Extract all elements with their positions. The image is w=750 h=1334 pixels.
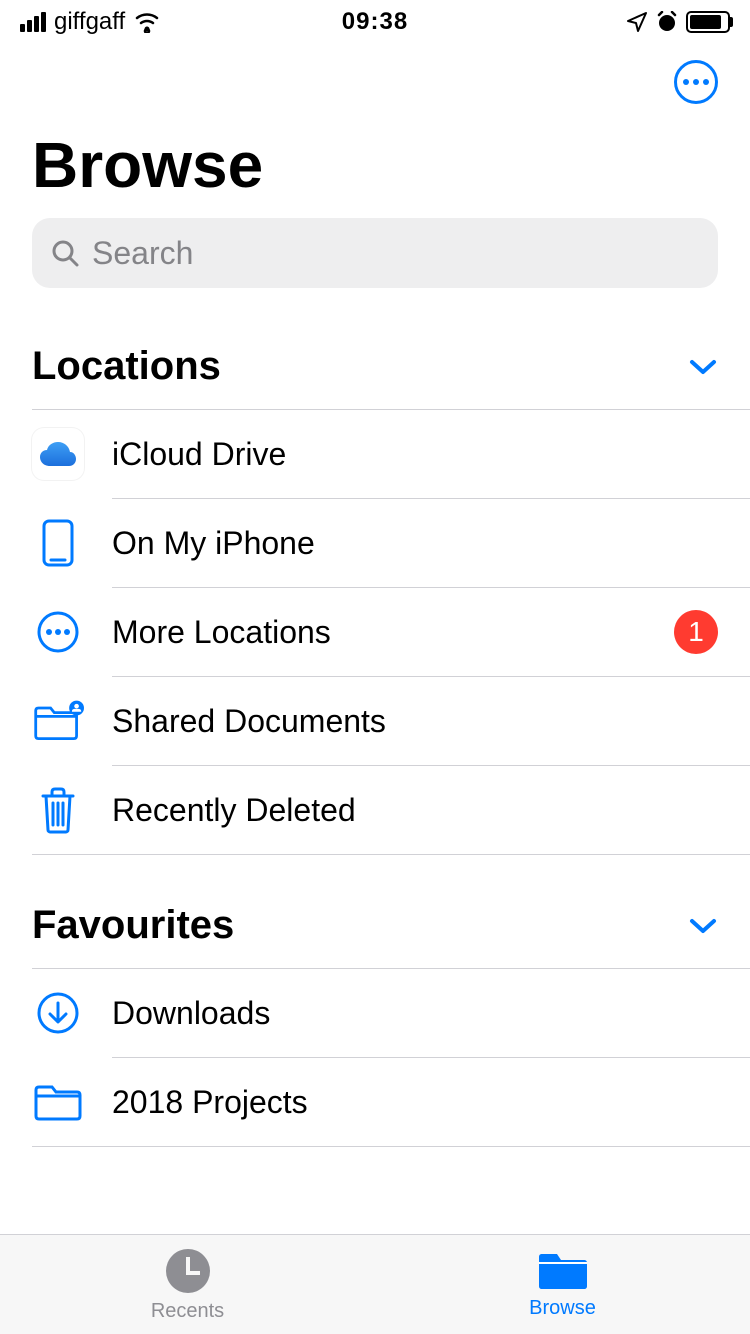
- status-time: 09:38: [342, 8, 408, 36]
- chevron-down-icon: [688, 357, 718, 377]
- shared-folder-icon: [32, 695, 84, 747]
- alarm-icon: [656, 11, 678, 33]
- tab-label: Recents: [151, 1300, 224, 1323]
- row-label: Downloads: [112, 995, 718, 1032]
- location-item-shared-documents[interactable]: Shared Documents: [0, 677, 750, 765]
- more-options-button[interactable]: [674, 60, 718, 104]
- more-locations-icon: [32, 606, 84, 658]
- iphone-icon: [32, 517, 84, 569]
- row-label: 2018 Projects: [112, 1084, 718, 1121]
- folder-icon: [32, 1076, 84, 1128]
- wifi-icon: [133, 11, 161, 33]
- favourite-item-2018-projects[interactable]: 2018 Projects: [0, 1058, 750, 1146]
- search-placeholder: Search: [92, 235, 193, 272]
- trash-icon: [32, 784, 84, 836]
- tab-browse[interactable]: Browse: [375, 1235, 750, 1334]
- status-left: giffgaff: [20, 8, 161, 36]
- row-label: iCloud Drive: [112, 436, 718, 473]
- tab-recents[interactable]: Recents: [0, 1235, 375, 1334]
- search-input[interactable]: Search: [32, 218, 718, 288]
- nav-bar: [0, 44, 750, 104]
- location-item-more-locations[interactable]: More Locations 1: [0, 588, 750, 676]
- page-title: Browse: [0, 104, 750, 218]
- status-bar: giffgaff 09:38: [0, 0, 750, 44]
- location-item-icloud[interactable]: iCloud Drive: [0, 410, 750, 498]
- carrier-label: giffgaff: [54, 8, 125, 36]
- row-label: More Locations: [112, 614, 646, 651]
- signal-strength-icon: [20, 12, 46, 32]
- row-label: Shared Documents: [112, 703, 718, 740]
- row-label: Recently Deleted: [112, 792, 718, 829]
- folder-fill-icon: [535, 1249, 591, 1293]
- clock-icon: [163, 1246, 213, 1296]
- section-header-locations[interactable]: Locations: [0, 296, 750, 409]
- tab-bar: Recents Browse: [0, 1234, 750, 1334]
- favourite-item-downloads[interactable]: Downloads: [0, 969, 750, 1057]
- row-label: On My iPhone: [112, 525, 718, 562]
- section-header-favourites[interactable]: Favourites: [0, 855, 750, 968]
- icloud-icon: [32, 428, 84, 480]
- search-icon: [50, 238, 80, 268]
- location-item-recently-deleted[interactable]: Recently Deleted: [0, 766, 750, 854]
- section-title-favourites: Favourites: [32, 903, 234, 948]
- section-title-locations: Locations: [32, 344, 221, 389]
- downloads-icon: [32, 987, 84, 1039]
- chevron-down-icon: [688, 916, 718, 936]
- status-right: [626, 11, 730, 33]
- tab-label: Browse: [529, 1297, 596, 1320]
- notification-badge: 1: [674, 610, 718, 654]
- location-icon: [626, 11, 648, 33]
- battery-icon: [686, 11, 730, 33]
- location-item-on-my-iphone[interactable]: On My iPhone: [0, 499, 750, 587]
